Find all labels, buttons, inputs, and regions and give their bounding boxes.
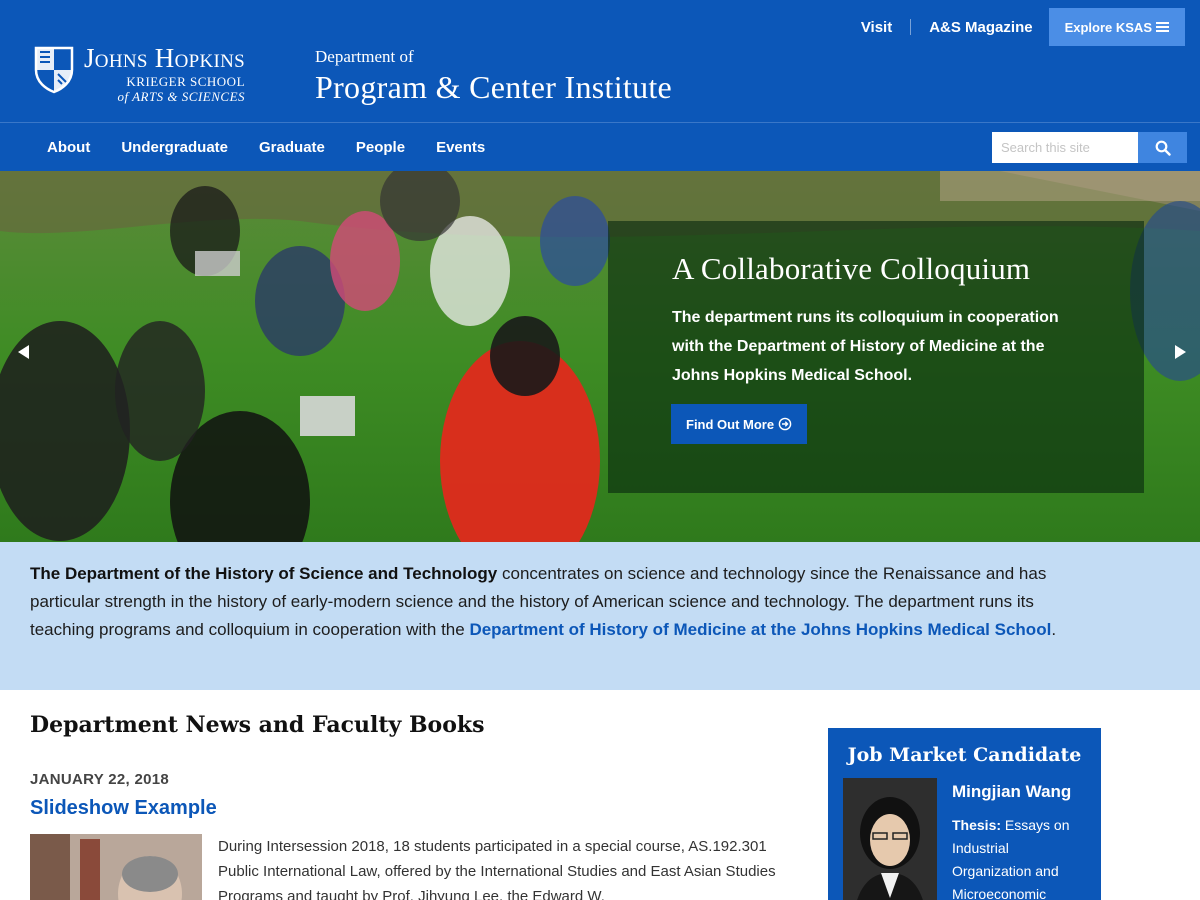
intro-end: . — [1051, 620, 1057, 639]
history-of-medicine-link[interactable]: Department of History of Medicine at the… — [469, 620, 1051, 639]
search-button[interactable] — [1138, 132, 1187, 163]
site-search — [992, 132, 1187, 163]
magazine-link[interactable]: A&S Magazine — [929, 19, 1032, 36]
jhu-logo[interactable]: Johns Hopkins KRIEGER SCHOOL of ARTS & S… — [32, 44, 245, 104]
intro-strong: The Department of the History of Science… — [30, 564, 498, 583]
logo-wordmark: Johns Hopkins — [84, 43, 246, 73]
intro-section: The Department of the History of Science… — [0, 542, 1200, 690]
department-name: Program & Center Institute — [315, 69, 673, 105]
find-out-more-label: Find Out More — [686, 416, 775, 432]
thesis-label: Thesis: — [952, 817, 1002, 833]
news-date: JANUARY 22, 2018 — [30, 771, 170, 788]
department-title[interactable]: Department of Program & Center Institute — [315, 47, 672, 106]
utility-divider — [910, 19, 912, 35]
shield-icon — [34, 46, 74, 94]
utility-nav: Visit A&S Magazine Explore KSAS — [861, 8, 1200, 46]
find-out-more-button[interactable]: Find Out More — [671, 404, 808, 444]
search-icon — [1155, 140, 1171, 156]
nav-item-people[interactable]: People — [356, 139, 405, 156]
nav-item-undergraduate[interactable]: Undergraduate — [121, 139, 228, 156]
card-title: Job Market Candidate — [847, 744, 1082, 766]
candidate-photo[interactable] — [843, 778, 937, 900]
hero-slideshow: A Collaborative Colloquium The departmen… — [0, 171, 1200, 542]
hero-text: The department runs its colloquium in co… — [672, 309, 1059, 384]
news-thumbnail[interactable] — [30, 834, 202, 900]
prev-slide-icon[interactable] — [18, 345, 29, 359]
hero-title: A Collaborative Colloquium — [672, 251, 1031, 286]
news-section-title: Department News and Faculty Books — [30, 712, 485, 738]
nav-item-about[interactable]: About — [47, 139, 90, 156]
intro-paragraph: The Department of the History of Science… — [30, 560, 1100, 644]
news-photo — [30, 834, 202, 900]
next-slide-icon[interactable] — [1175, 345, 1186, 359]
news-body: During Intersession 2018, 18 students pa… — [218, 838, 776, 900]
arrow-circle-icon — [778, 417, 792, 431]
search-input[interactable] — [992, 132, 1138, 163]
explore-ksas-label: Explore KSAS — [1064, 19, 1152, 35]
logo-school-sub: of ARTS & SCIENCES — [117, 89, 246, 104]
candidate-thesis: Thesis: Essays on Industrial Organizatio… — [952, 814, 1092, 900]
site-header: Johns Hopkins KRIEGER SCHOOL of ARTS & S… — [0, 0, 1200, 122]
candidate-portrait — [843, 778, 937, 900]
department-prefix: Department of — [315, 47, 414, 66]
news-headline-link[interactable]: Slideshow Example — [30, 797, 217, 820]
hero-caption: A Collaborative Colloquium The departmen… — [608, 221, 1144, 493]
menu-icon — [1156, 20, 1169, 34]
logo-school: KRIEGER SCHOOL — [126, 74, 246, 89]
job-market-card: Job Market Candidate Mingjian Wang Thesi… — [828, 728, 1101, 900]
main-nav: About Undergraduate Graduate People Even… — [0, 122, 1200, 171]
visit-link[interactable]: Visit — [861, 19, 892, 36]
nav-item-events[interactable]: Events — [436, 139, 485, 156]
nav-item-graduate[interactable]: Graduate — [259, 139, 325, 156]
explore-ksas-button[interactable]: Explore KSAS — [1048, 8, 1185, 46]
candidate-name[interactable]: Mingjian Wang — [952, 782, 1071, 802]
